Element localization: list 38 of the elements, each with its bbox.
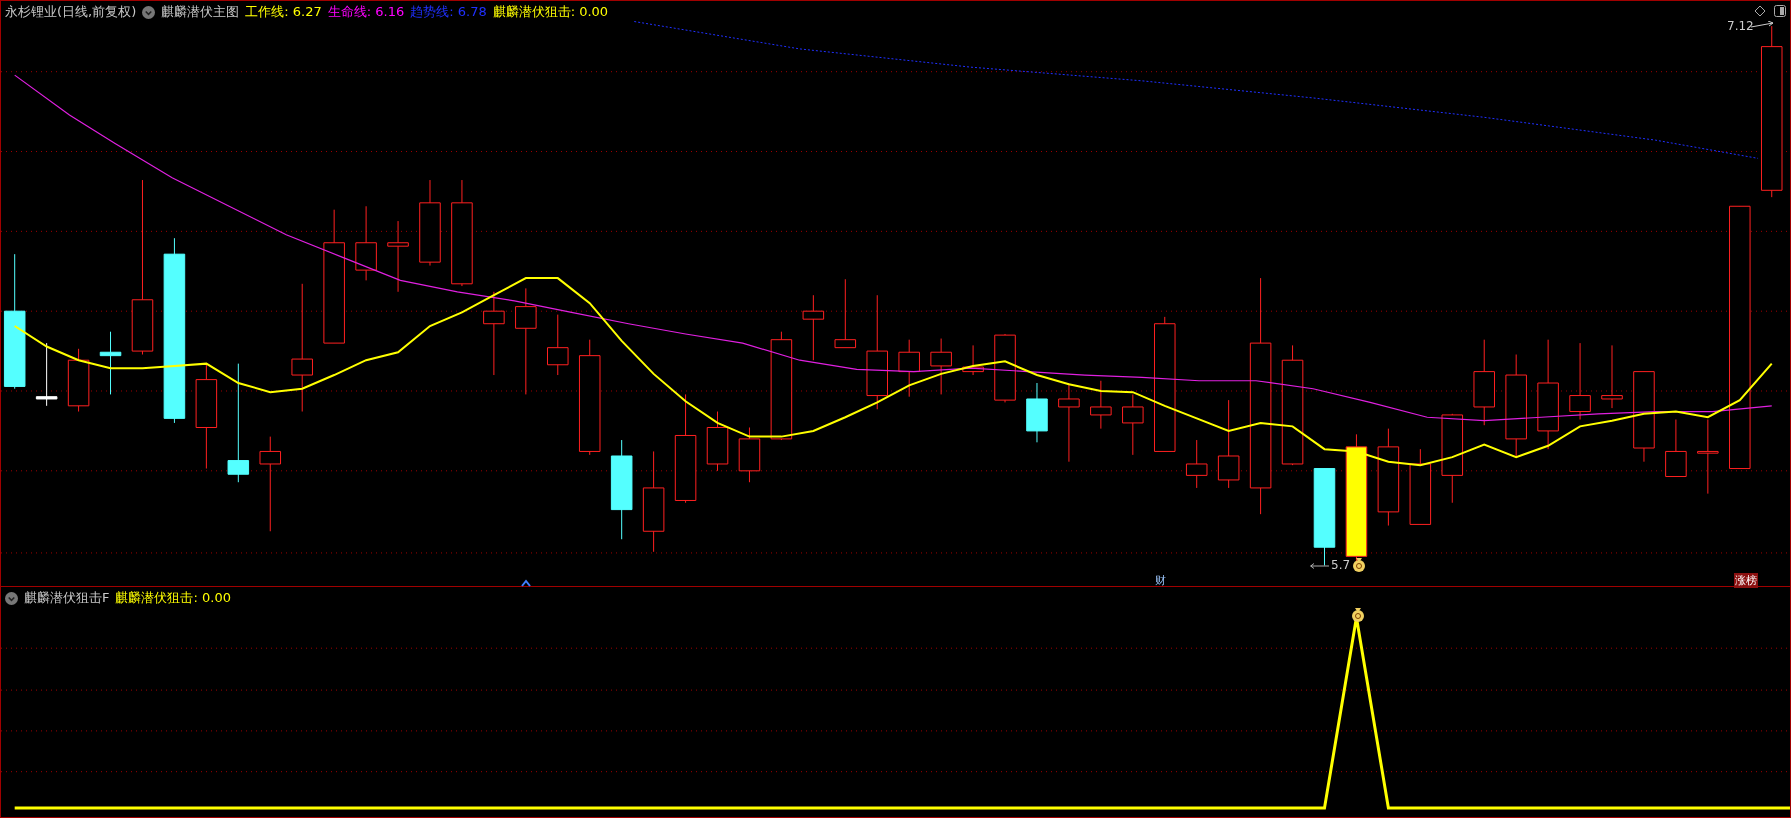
candlestick — [1122, 393, 1144, 456]
indicator-name: 麒麟潜伏主图 — [161, 3, 240, 21]
event-marker[interactable]: 涨榜 — [1734, 573, 1758, 588]
indicator-name: 麒麟潜伏狙击F — [24, 589, 110, 607]
pointer-arrow-icon — [1309, 562, 1329, 570]
candlestick — [930, 338, 952, 395]
money-bag-icon — [1351, 556, 1367, 572]
indicator-value: 生命线: 6.16 — [327, 3, 405, 21]
indicator-value: 趋势线: 6.78 — [410, 3, 487, 21]
candlestick — [1185, 439, 1208, 489]
dropdown-icon[interactable] — [142, 5, 156, 19]
candlestick — [35, 342, 58, 407]
diamond-icon[interactable] — [1754, 5, 1766, 17]
candlestick — [67, 348, 90, 413]
candlestick — [547, 314, 569, 376]
candlestick — [802, 294, 825, 361]
candlestick — [99, 331, 122, 395]
candlestick — [738, 427, 761, 483]
pointer-arrow-icon — [1751, 21, 1775, 29]
stock-title: 永杉锂业(日线,前复权) — [5, 3, 137, 21]
money-bag-icon — [1350, 606, 1366, 622]
panel-toggle-icon[interactable] — [1774, 5, 1786, 17]
candlestick — [1026, 382, 1048, 443]
candlestick — [898, 339, 920, 398]
high-price-label: 7.12 — [1727, 19, 1754, 33]
indicator-value: 工作线: 6.27 — [245, 3, 322, 21]
candlestick — [994, 333, 1016, 403]
indicator-value: 麒麟潜伏狙击: 0.00 — [492, 3, 609, 21]
candlestick — [834, 278, 857, 349]
dropdown-icon[interactable] — [5, 591, 18, 605]
candlestick — [1665, 419, 1687, 478]
candlestick — [1601, 344, 1623, 409]
event-marker[interactable]: 财 — [1154, 573, 1167, 588]
candlestick — [1090, 380, 1112, 430]
indicator-value: 麒麟潜伏狙击: 0.00 — [115, 589, 231, 607]
candlestick — [962, 344, 984, 376]
low-price-label: 5.7 — [1331, 558, 1351, 572]
candlestick — [706, 411, 729, 472]
